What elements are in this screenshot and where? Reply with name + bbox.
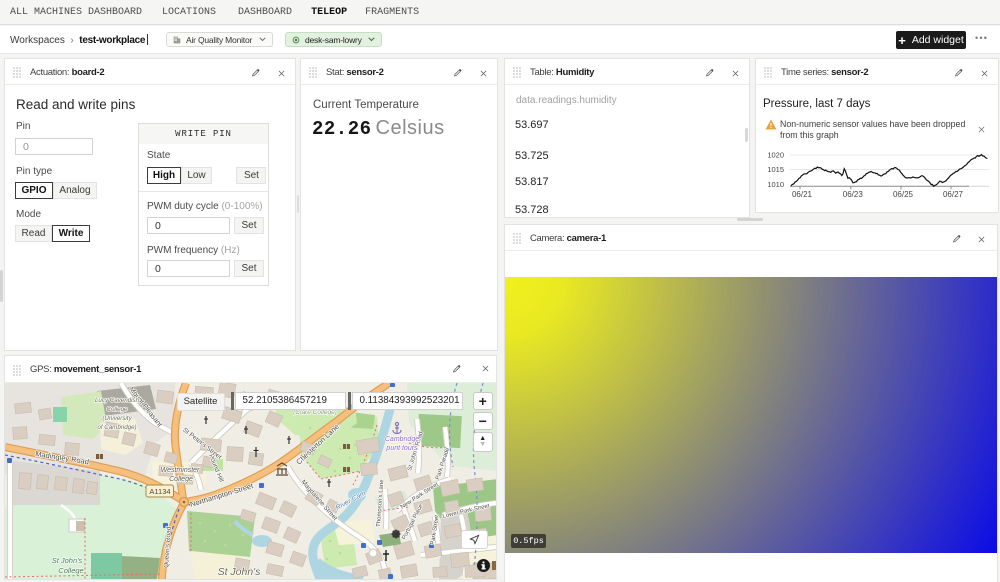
svg-text:06/27: 06/27 [943, 190, 964, 199]
svg-text:(Clare College): (Clare College) [293, 409, 337, 416]
svg-text:Westminster: Westminster [161, 467, 200, 474]
svg-text:of Cambridge): of Cambridge) [97, 424, 136, 431]
svg-text:punt tours: punt tours [385, 445, 418, 452]
svg-text:College: College [107, 406, 129, 413]
svg-text:06/23: 06/23 [843, 190, 864, 199]
svg-text:Lucy Cavendish: Lucy Cavendish [95, 397, 140, 404]
svg-text:1015: 1015 [767, 165, 784, 174]
svg-text:St John's: St John's [52, 556, 83, 565]
svg-text:Cambridge: Cambridge [385, 436, 419, 443]
svg-text:College: College [169, 476, 193, 483]
svg-text:06/25: 06/25 [893, 190, 914, 199]
svg-text:St John's: St John's [218, 566, 262, 578]
svg-text:A1134: A1134 [149, 487, 170, 496]
svg-text:06/21: 06/21 [792, 190, 813, 199]
svg-text:College: College [58, 566, 83, 575]
svg-text:1010: 1010 [767, 180, 784, 189]
svg-text:1020: 1020 [767, 151, 784, 160]
svg-text:(University: (University [102, 415, 132, 422]
